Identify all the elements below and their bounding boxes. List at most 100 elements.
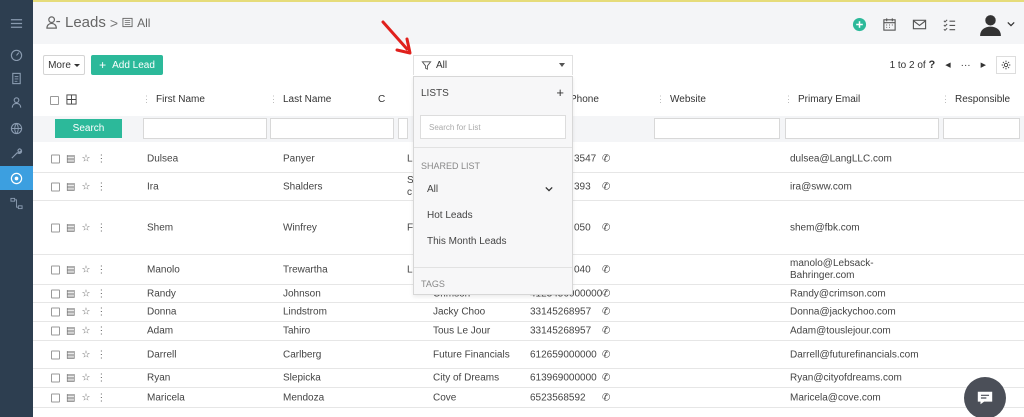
first-name-cell[interactable]: Shem bbox=[147, 222, 173, 233]
menu-icon[interactable] bbox=[0, 11, 33, 35]
first-name-cell[interactable]: Darrell bbox=[147, 349, 176, 360]
kebab-icon[interactable]: ⋮ bbox=[96, 222, 106, 233]
first-name-cell[interactable]: Adam bbox=[147, 326, 173, 337]
column-first-name[interactable]: ⋮ First Name bbox=[142, 94, 205, 105]
phone-icon[interactable]: ✆ bbox=[602, 349, 610, 360]
star-icon[interactable]: ☆ bbox=[81, 264, 90, 275]
column-website[interactable]: ⋮ Website bbox=[656, 94, 706, 105]
prev-page-icon[interactable]: ◀ bbox=[945, 61, 950, 69]
first-name-cell[interactable]: Dulsea bbox=[147, 153, 178, 164]
list-view-icon[interactable]: ▤ bbox=[66, 264, 75, 275]
column-last-name[interactable]: ⋮ Last Name bbox=[269, 94, 331, 105]
list-option-all[interactable]: All bbox=[427, 184, 438, 195]
email-cell[interactable]: Adam@touslejour.com bbox=[790, 326, 891, 337]
search-button[interactable]: Search bbox=[55, 119, 122, 138]
star-icon[interactable]: ☆ bbox=[81, 326, 90, 337]
row-checkbox[interactable] bbox=[51, 373, 60, 383]
list-view-icon[interactable]: ▤ bbox=[66, 288, 75, 299]
table-row[interactable]: ▤ ☆ ⋮ Maricela Mendoza Cove 6523568592 ✆ M… bbox=[33, 388, 1024, 408]
first-name-cell[interactable]: Ryan bbox=[147, 373, 170, 384]
kebab-icon[interactable]: ⋮ bbox=[96, 349, 106, 360]
email-cell[interactable]: dulsea@LangLLC.com bbox=[790, 153, 892, 164]
target-icon[interactable] bbox=[0, 166, 38, 190]
star-icon[interactable]: ☆ bbox=[81, 153, 90, 164]
email-cell[interactable]: Ryan@cityofdreams.com bbox=[790, 373, 902, 384]
person-icon[interactable] bbox=[0, 90, 33, 114]
phone-icon[interactable]: ✆ bbox=[602, 153, 610, 164]
table-row[interactable]: ▤ ☆ ⋮ Ryan Slepicka City of Dreams 6139690… bbox=[33, 369, 1024, 388]
row-checkbox[interactable] bbox=[51, 154, 60, 163]
email-cell[interactable]: Randy@crimson.com bbox=[790, 288, 886, 299]
first-name-cell[interactable]: Maricela bbox=[147, 392, 185, 403]
list-view-icon[interactable]: ▤ bbox=[66, 349, 75, 360]
select-all-checkbox[interactable] bbox=[50, 96, 59, 105]
column-phone[interactable]: Phone bbox=[570, 94, 599, 105]
pager-more[interactable]: ··· bbox=[961, 60, 971, 71]
column-company[interactable]: C bbox=[378, 94, 385, 105]
email-cell[interactable]: Darrell@futurefinancials.com bbox=[790, 349, 919, 360]
phone-icon[interactable]: ✆ bbox=[602, 326, 610, 337]
add-list-button[interactable]: + bbox=[556, 85, 564, 100]
star-icon[interactable]: ☆ bbox=[81, 373, 90, 384]
email-cell[interactable]: shem@fbk.com bbox=[790, 222, 860, 233]
checklist-icon[interactable] bbox=[934, 12, 964, 36]
add-lead-button[interactable]: + Add Lead bbox=[91, 55, 163, 75]
row-checkbox[interactable] bbox=[51, 182, 60, 191]
row-checkbox[interactable] bbox=[51, 326, 60, 336]
table-row[interactable]: ▤ ☆ ⋮ Donna Lindstrom Jacky Choo 331452689… bbox=[33, 303, 1024, 322]
first-name-cell[interactable]: Donna bbox=[147, 307, 176, 318]
row-checkbox[interactable] bbox=[51, 350, 60, 359]
column-primary-email[interactable]: ⋮ Primary Email bbox=[784, 94, 860, 105]
more-button[interactable]: More bbox=[43, 55, 85, 75]
column-responsible[interactable]: ⋮ Responsible bbox=[941, 94, 1010, 105]
star-icon[interactable]: ☆ bbox=[81, 222, 90, 233]
last-name-search-input[interactable] bbox=[270, 118, 394, 139]
list-view-icon[interactable]: ▤ bbox=[66, 181, 75, 192]
first-name-search-input[interactable] bbox=[143, 118, 267, 139]
responsible-search-input[interactable] bbox=[943, 118, 1020, 139]
list-option-this-month-leads[interactable]: This Month Leads bbox=[427, 236, 507, 247]
star-icon[interactable]: ☆ bbox=[81, 181, 90, 192]
list-search-input[interactable]: Search for List bbox=[420, 115, 566, 139]
chat-icon[interactable] bbox=[964, 377, 1006, 417]
email-cell[interactable]: Donna@jackychoo.com bbox=[790, 307, 896, 318]
workflow-icon[interactable] bbox=[0, 191, 33, 215]
document-icon[interactable] bbox=[0, 66, 33, 90]
kebab-icon[interactable]: ⋮ bbox=[96, 181, 106, 192]
company-search-input[interactable] bbox=[398, 118, 408, 139]
globe-icon[interactable] bbox=[0, 116, 33, 140]
star-icon[interactable]: ☆ bbox=[81, 307, 90, 318]
row-checkbox[interactable] bbox=[51, 393, 60, 402]
kebab-icon[interactable]: ⋮ bbox=[96, 392, 106, 403]
kebab-icon[interactable]: ⋮ bbox=[96, 153, 106, 164]
row-checkbox[interactable] bbox=[51, 223, 60, 232]
kebab-icon[interactable]: ⋮ bbox=[96, 288, 106, 299]
grid-view-icon[interactable] bbox=[66, 94, 77, 108]
star-icon[interactable]: ☆ bbox=[81, 392, 90, 403]
list-view-icon[interactable]: ▤ bbox=[66, 392, 75, 403]
email-cell[interactable]: Maricela@cove.com bbox=[790, 392, 881, 403]
envelope-icon[interactable] bbox=[904, 12, 934, 36]
email-cell[interactable]: manolo@Lebsack- Bahringer.com bbox=[790, 258, 874, 282]
list-option-hot-leads[interactable]: Hot Leads bbox=[427, 210, 473, 221]
kebab-icon[interactable]: ⋮ bbox=[96, 264, 106, 275]
dashboard-icon[interactable] bbox=[0, 42, 33, 66]
phone-icon[interactable]: ✆ bbox=[602, 307, 610, 318]
first-name-cell[interactable]: Ira bbox=[147, 181, 159, 192]
website-search-input[interactable] bbox=[654, 118, 780, 139]
row-checkbox[interactable] bbox=[51, 265, 60, 274]
phone-icon[interactable]: ✆ bbox=[602, 288, 610, 299]
pager-total[interactable]: ? bbox=[928, 59, 935, 71]
star-icon[interactable]: ☆ bbox=[81, 349, 90, 360]
email-cell[interactable]: ira@sww.com bbox=[790, 181, 852, 192]
phone-icon[interactable]: ✆ bbox=[602, 222, 610, 233]
chevron-down-icon[interactable] bbox=[545, 185, 553, 193]
phone-icon[interactable]: ✆ bbox=[602, 392, 610, 403]
first-name-cell[interactable]: Manolo bbox=[147, 264, 180, 275]
kebab-icon[interactable]: ⋮ bbox=[96, 326, 106, 337]
email-search-input[interactable] bbox=[785, 118, 939, 139]
kebab-icon[interactable]: ⋮ bbox=[96, 373, 106, 384]
user-avatar-icon[interactable] bbox=[978, 10, 1024, 38]
phone-icon[interactable]: ✆ bbox=[602, 264, 610, 275]
list-view-icon[interactable]: ▤ bbox=[66, 307, 75, 318]
